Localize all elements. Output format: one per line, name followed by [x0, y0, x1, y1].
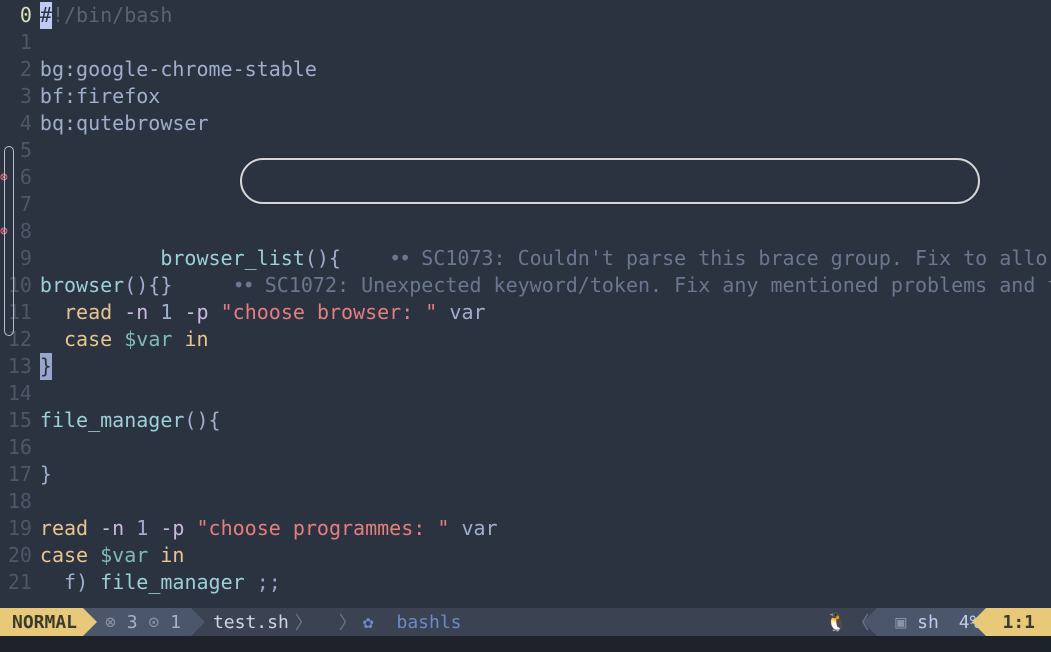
- info-count: 1: [170, 612, 181, 633]
- filetype-indicator[interactable]: ▣ sh: [877, 608, 948, 636]
- line-number: 21: [8, 569, 32, 596]
- error-count: 3: [127, 612, 138, 633]
- code-line[interactable]: }: [40, 461, 1051, 488]
- diagnostics-summary[interactable]: ⊗ 3 ⊙ 1: [83, 608, 191, 636]
- gear-icon: ✿: [363, 612, 374, 633]
- code-line[interactable]: case $var in: [40, 326, 1051, 353]
- code-line[interactable]: file_manager(){: [40, 407, 1051, 434]
- code-line[interactable]: } •• SC1072: Unexpected keyword/token. F…: [40, 218, 1051, 245]
- code-line[interactable]: [40, 137, 1051, 164]
- identifier: var: [449, 300, 485, 324]
- code-line[interactable]: bq:qutebrowser: [40, 110, 1051, 137]
- code-line[interactable]: [40, 434, 1051, 461]
- paren: ): [76, 570, 88, 594]
- code-text: bg:google-chrome-stable: [40, 57, 317, 81]
- command-line[interactable]: [0, 636, 1051, 652]
- line-number: 0: [8, 2, 32, 29]
- variable: $var: [124, 327, 172, 351]
- function-name: file_manager: [40, 408, 185, 432]
- string: "choose programmes: ": [197, 516, 450, 540]
- line-number: 20: [8, 542, 32, 569]
- visual-selection: }: [40, 353, 52, 380]
- code-line[interactable]: read -n 1 -p "choose programmes: " var: [40, 515, 1051, 542]
- shebang-text: !/bin/bash: [52, 3, 172, 27]
- line-number: 17: [8, 461, 32, 488]
- chevron-right-icon: 〉: [339, 609, 357, 635]
- mode-indicator: NORMAL: [0, 608, 83, 636]
- number: 1: [136, 516, 148, 540]
- code-text: bf:firefox: [40, 84, 160, 108]
- code-line[interactable]: bf:firefox: [40, 83, 1051, 110]
- line-number: 2: [8, 56, 32, 83]
- code-line[interactable]: bg:google-chrome-stable: [40, 56, 1051, 83]
- line-number: 3: [8, 83, 32, 110]
- info-count-icon: ⊙: [148, 612, 159, 633]
- function-name: browser: [40, 273, 124, 297]
- linux-icon: 🐧: [825, 612, 847, 633]
- line-number: 4: [8, 110, 32, 137]
- code-area[interactable]: ⊗ ⊗ 0 1 2 3 4 5 6 7 8 9 10 11 12 13 14 1: [0, 0, 1051, 608]
- code-line[interactable]: [40, 488, 1051, 515]
- braces: (){: [124, 273, 160, 297]
- flag: -p: [160, 516, 184, 540]
- code-content[interactable]: #!/bin/bash bg:google-chrome-stable bf:f…: [40, 2, 1051, 608]
- code-line[interactable]: }: [40, 353, 1051, 380]
- lsp-name: bashls: [396, 612, 461, 633]
- diagnostic-text: SC1073: Couldn't parse this brace group.…: [409, 246, 1047, 270]
- flag: -n: [124, 300, 148, 324]
- code-line[interactable]: browser_list(){ •• SC1073: Couldn't pars…: [40, 164, 1051, 191]
- line-number: 1: [8, 29, 32, 56]
- number: 1: [160, 300, 172, 324]
- lsp-status[interactable]: 〉 ✿ bashls: [329, 608, 472, 636]
- keyword-read: read: [64, 300, 112, 324]
- braces: (){: [184, 408, 220, 432]
- editor: ⊗ ⊗ 0 1 2 3 4 5 6 7 8 9 10 11 12 13 14 1: [0, 0, 1051, 652]
- code-line[interactable]: [40, 29, 1051, 56]
- chevron-right-icon: 〉: [295, 609, 313, 635]
- braces: (){: [305, 246, 341, 270]
- filetype-icon: ▣: [895, 612, 906, 633]
- function-call: file_manager: [100, 570, 245, 594]
- code-line[interactable]: #!/bin/bash: [40, 2, 1051, 29]
- variable: $var: [100, 543, 148, 567]
- code-text: bq:qutebrowser: [40, 111, 209, 135]
- keyword-in: in: [184, 327, 208, 351]
- keyword-case: case: [40, 543, 88, 567]
- close-brace: }: [40, 462, 52, 486]
- code-line[interactable]: [40, 191, 1051, 218]
- identifier: var: [461, 516, 497, 540]
- diagnostic-text: SC1072: Unexpected keyword/token. Fix an…: [253, 273, 1051, 297]
- filename: test.sh: [213, 612, 289, 633]
- function-name: browser_list: [160, 246, 305, 270]
- error-count-icon: ⊗: [105, 612, 116, 633]
- diagnostic-bullet-icon: ••: [233, 273, 253, 297]
- file-path[interactable]: test.sh 〉: [191, 608, 329, 636]
- close-brace: }: [160, 273, 172, 297]
- line-number: 19: [8, 515, 32, 542]
- line-number: 15: [8, 407, 32, 434]
- cursor-position: 1:1: [986, 608, 1051, 636]
- scroll-indicator: [4, 146, 14, 336]
- line-number: 18: [8, 488, 32, 515]
- keyword-case: case: [64, 327, 112, 351]
- line-number: 14: [8, 380, 32, 407]
- cursor: #: [40, 2, 52, 29]
- flag: -n: [100, 516, 124, 540]
- semicolons: ;;: [257, 570, 281, 594]
- keyword-in: in: [160, 543, 184, 567]
- code-line[interactable]: f) file_manager ;;: [40, 569, 1051, 596]
- string: "choose browser: ": [221, 300, 438, 324]
- line-number: 16: [8, 434, 32, 461]
- filetype: sh: [917, 612, 939, 633]
- diagnostic-bullet-icon: ••: [389, 246, 409, 270]
- keyword-read: read: [40, 516, 88, 540]
- code-line[interactable]: case $var in: [40, 542, 1051, 569]
- case-pattern: f: [64, 570, 76, 594]
- statusline: NORMAL ⊗ 3 ⊙ 1 test.sh 〉 〉 ✿ bashls 🐧 〈 …: [0, 608, 1051, 636]
- flag: -p: [184, 300, 208, 324]
- line-number: 13: [8, 353, 32, 380]
- code-line[interactable]: read -n 1 -p "choose browser: " var: [40, 299, 1051, 326]
- code-line[interactable]: [40, 380, 1051, 407]
